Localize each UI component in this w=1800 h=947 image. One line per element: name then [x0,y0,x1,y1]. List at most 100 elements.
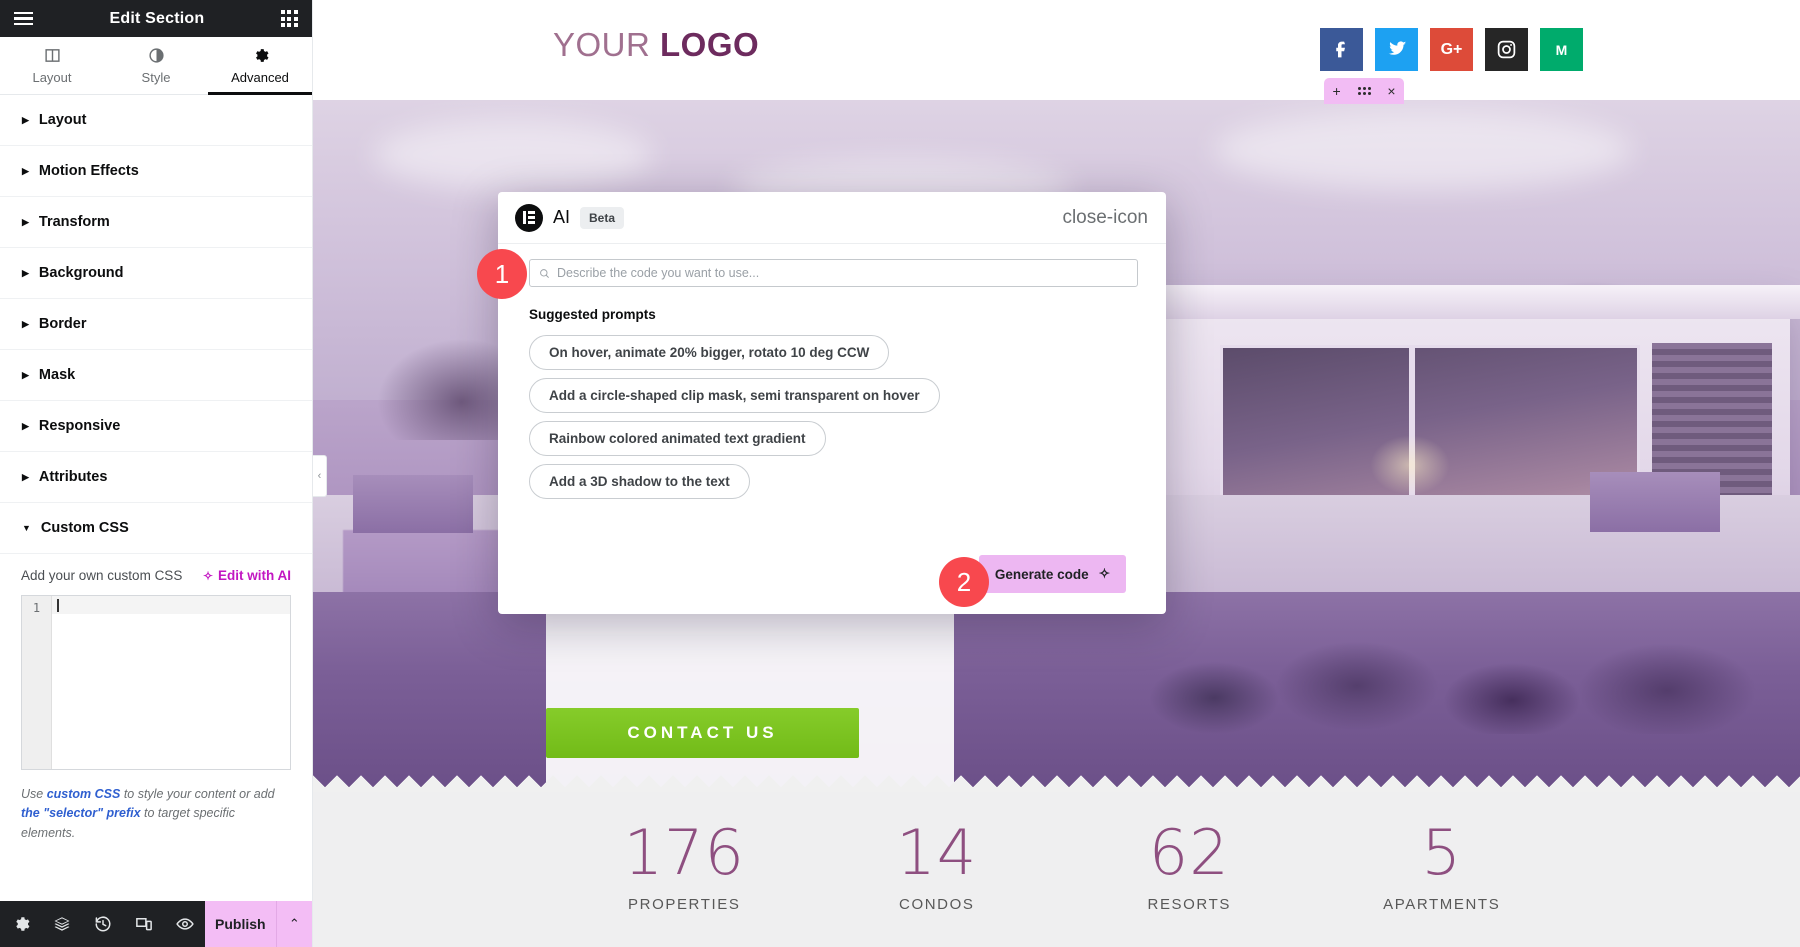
facebook-icon[interactable] [1320,28,1363,71]
logo-text-light: YOUR [553,26,651,63]
ai-prompt-input[interactable] [557,266,1128,280]
hint-text-1: Use [21,787,47,801]
app-root: YOUR LOGO G+ M + × CONTACT US 176 PROPER… [0,0,1800,947]
responsive-mode-icon[interactable] [123,901,164,947]
sidebar-item-border[interactable]: ▶ Border [0,299,312,350]
stat-item: 14 CONDOS [811,816,1064,914]
settings-sections: ▶ Layout ▶ Motion Effects ▶ Transform ▶ … [0,95,312,901]
editor-panel: Edit Section Layout Style Advanced ▶ Lay… [0,0,313,947]
layers-navigator-icon[interactable] [41,901,82,947]
custom-css-editor[interactable]: 1 [21,595,291,770]
prompt-chip[interactable]: On hover, animate 20% bigger, rotato 10 … [529,335,890,370]
ai-prompt-input-wrapper[interactable] [529,259,1138,287]
publish-options-chevron-icon[interactable]: ⌃ [275,901,312,947]
generate-code-label: Generate code [994,566,1089,582]
drag-dots-icon[interactable] [1357,87,1371,95]
sidebar-item-motion-effects[interactable]: ▶ Motion Effects [0,146,312,197]
stat-label: CONDOS [899,896,975,913]
custom-css-hint: Use custom CSS to style your content or … [21,785,291,843]
tab-layout-label: Layout [32,69,72,85]
hamburger-icon[interactable] [14,11,33,26]
edit-with-ai-link[interactable]: ✧ Edit with AI [203,568,291,583]
medium-icon[interactable]: M [1540,28,1583,71]
chevron-down-icon: ▼ [22,522,31,533]
logo-text-bold: LOGO [660,26,760,63]
ai-modal-dialog: AI Beta close-icon Suggested prompts On … [498,192,1166,614]
chevron-right-icon: ▶ [22,420,29,431]
beta-badge: Beta [580,206,625,229]
page-title: Edit Section [109,9,205,27]
sidebar-item-label: Transform [38,214,110,230]
hint-text-2: to style your content or add [120,787,275,801]
columns-icon [44,48,60,62]
tab-advanced[interactable]: Advanced [208,37,312,95]
ai-modal-body: Suggested prompts On hover, animate 20% … [498,244,1166,499]
prompt-chip[interactable]: Add a 3D shadow to the text [529,464,750,499]
interior-light [1370,435,1450,495]
stat-item: 62 RESORTS [1063,822,1316,914]
add-section-icon[interactable]: + [1332,84,1340,98]
stats-section: 176 PROPERTIES 14 CONDOS 62 RESORTS 5 AP… [313,792,1800,947]
instagram-icon[interactable] [1485,28,1528,71]
zigzag-divider [313,770,1800,792]
stat-value: 5 [1421,816,1462,889]
twitter-icon[interactable] [1375,28,1418,71]
sidebar-item-layout[interactable]: ▶ Layout [0,95,312,146]
sidebar-item-background[interactable]: ▶ Background [0,248,312,299]
elementor-logo-icon [515,203,543,232]
sidebar-item-label: Layout [38,112,87,128]
collapse-panel-chevron-icon[interactable]: ‹ [313,455,327,497]
delete-section-icon[interactable]: × [1387,84,1395,98]
sidebar-item-label: Responsive [38,418,121,434]
settings-gear-icon[interactable] [0,901,41,947]
prompt-chip[interactable]: Add a circle-shaped clip mask, semi tran… [529,378,940,413]
hint-link-selector-prefix[interactable]: the "selector" prefix [21,806,141,820]
sidebar-item-attributes[interactable]: ▶ Attributes [0,452,312,503]
chevron-right-icon: ▶ [22,318,29,329]
hint-link-custom-css[interactable]: custom CSS [47,787,121,801]
panel-header: Edit Section [0,0,312,37]
chevron-right-icon: ▶ [22,165,29,176]
sparkle-icon: ✧ [202,568,213,583]
preview-eye-icon[interactable] [164,901,205,947]
chevron-right-icon: ▶ [22,216,29,227]
site-logo[interactable]: YOUR LOGO [553,26,759,64]
stat-item: 176 PROPERTIES [558,822,811,914]
sidebar-item-mask[interactable]: ▶ Mask [0,350,312,401]
panel-footer-toolbar: Publish ⌃ [0,901,312,947]
text-caret [57,599,59,612]
custom-css-body: Add your own custom CSS ✧ Edit with AI 1… [0,554,312,843]
publish-button[interactable]: Publish [205,901,276,947]
google-plus-icon[interactable]: G+ [1430,28,1473,71]
annotation-badge-2: 2 [939,557,989,607]
chevron-right-icon: ▶ [22,471,29,482]
active-line-highlight [52,596,290,614]
stat-value: 14 [896,816,978,889]
tab-advanced-label: Advanced [231,69,289,85]
footer-icons [0,901,205,947]
tab-style[interactable]: Style [104,37,208,94]
line-number-gutter: 1 [22,596,52,769]
sidebar-item-label: Attributes [38,469,108,485]
prompt-chip[interactable]: Rainbow colored animated text gradient [529,421,826,456]
bushes [1140,614,1760,734]
custom-css-field-label: Add your own custom CSS [21,568,183,583]
history-revisions-icon[interactable] [82,901,123,947]
close-icon[interactable]: close-icon [1060,204,1150,231]
tab-layout[interactable]: Layout [0,37,104,94]
sidebar-item-custom-css[interactable]: ▼ Custom CSS [0,503,312,554]
panel-tabs: Layout Style Advanced [0,37,312,95]
chevron-right-icon: ▶ [22,114,29,125]
sidebar-item-label: Mask [38,367,76,383]
custom-css-header: Add your own custom CSS ✧ Edit with AI [21,568,291,583]
sidebar-item-responsive[interactable]: ▶ Responsive [0,401,312,452]
stats-row: 176 PROPERTIES 14 CONDOS 62 RESORTS 5 AP… [558,816,1568,914]
grid-apps-icon[interactable] [280,9,298,28]
generate-code-button[interactable]: Generate code ✧ [978,555,1126,593]
edit-with-ai-label: Edit with AI [218,568,291,583]
contact-us-button[interactable]: CONTACT US [546,708,859,758]
sidebar-item-transform[interactable]: ▶ Transform [0,197,312,248]
code-input-area[interactable] [52,596,290,769]
section-edit-handle[interactable]: + × [1324,78,1404,104]
social-icons-group: G+ M [1320,28,1583,71]
